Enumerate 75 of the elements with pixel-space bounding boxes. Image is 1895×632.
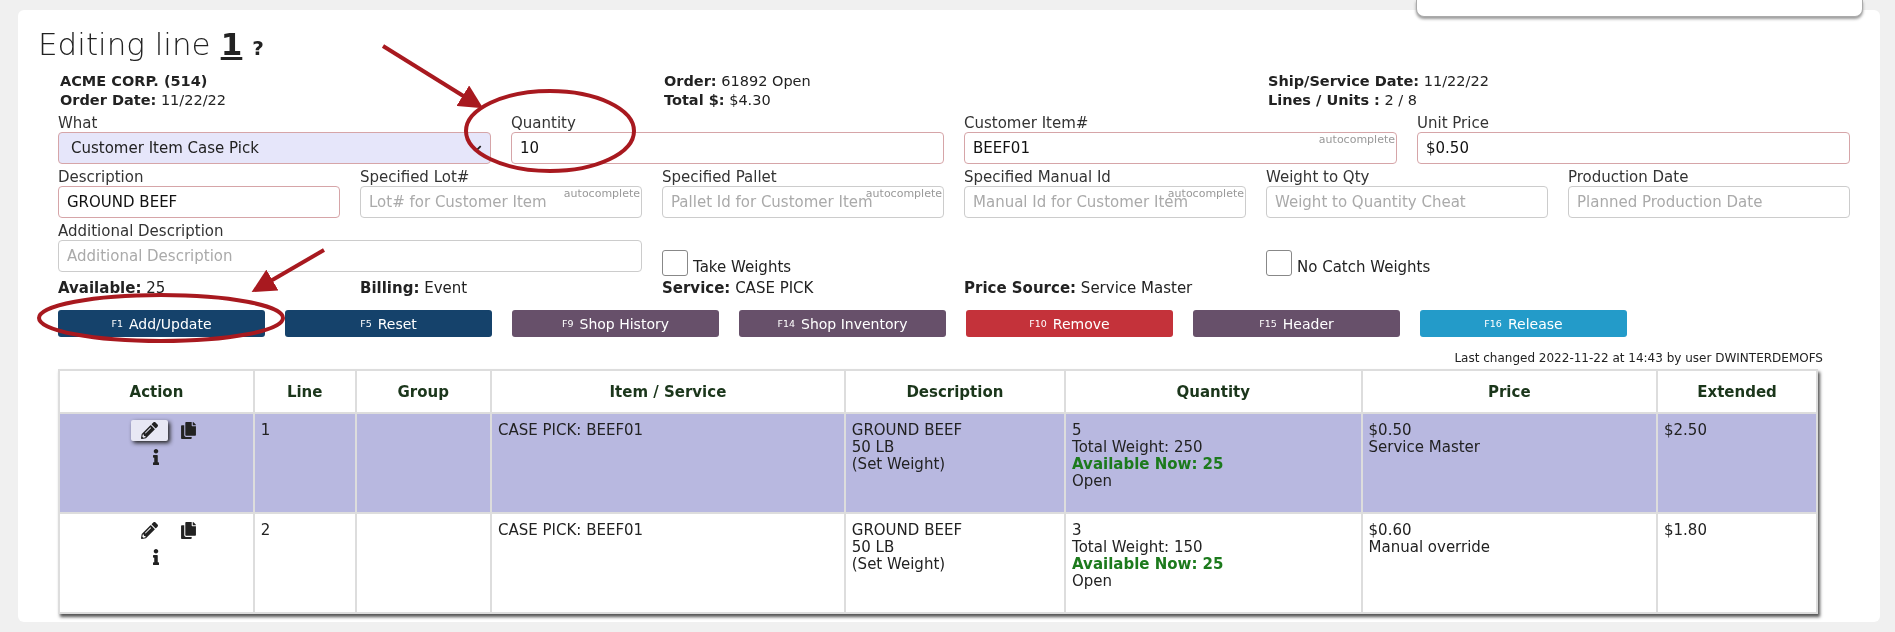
field-label: Weight to Qty bbox=[1266, 168, 1371, 186]
input-field[interactable]: $0.50 bbox=[1417, 132, 1850, 164]
field-label: Customer Item# bbox=[964, 114, 1090, 132]
column-header: Item / Service bbox=[491, 370, 845, 413]
field-label: Specified Lot# bbox=[360, 168, 471, 186]
field-label: Production Date bbox=[1568, 168, 1690, 186]
checkbox[interactable] bbox=[662, 250, 688, 276]
price-text: $0.50 bbox=[1368, 422, 1413, 439]
autocomplete-hint: autocomplete bbox=[1318, 133, 1395, 146]
field-label: Specified Pallet bbox=[662, 168, 778, 186]
field-label: Additional Description bbox=[58, 222, 225, 240]
action-button[interactable]: F1 Add/Update bbox=[58, 310, 265, 337]
info-text: Billing: Event bbox=[360, 278, 469, 298]
description-text: 50 LB bbox=[851, 539, 896, 556]
action-button[interactable]: F9 Shop History bbox=[512, 310, 719, 337]
input-field[interactable]: Planned Production Date bbox=[1568, 186, 1850, 218]
total-weight-text: Total Weight: 150 bbox=[1072, 539, 1204, 556]
field-label: Specified Manual Id bbox=[964, 168, 1112, 186]
available-now-text: Available Now: 25 bbox=[1072, 556, 1225, 573]
order-info-text: Lines / Units : 2 / 8 bbox=[1268, 91, 1419, 110]
description-text: GROUND BEEF bbox=[851, 422, 963, 439]
what-select[interactable]: Customer Item Case Pick bbox=[58, 132, 491, 164]
column-header: Quantity bbox=[1065, 370, 1362, 413]
quantity-text: 5 bbox=[1072, 422, 1083, 439]
table-cell: 2 bbox=[253, 513, 356, 613]
total-weight-text: Total Weight: 250 bbox=[1072, 439, 1204, 456]
help-link[interactable]: ? bbox=[252, 36, 264, 60]
checkbox[interactable] bbox=[1266, 250, 1292, 276]
description-text: (Set Weight) bbox=[851, 556, 947, 573]
quantity-text: 3 bbox=[1072, 522, 1083, 539]
column-header: Action bbox=[59, 370, 254, 413]
checkbox-label: No Catch Weights bbox=[1297, 258, 1431, 276]
last-changed-text: Last changed 2022-11-22 at 14:43 by user DWINTERDEMOFS bbox=[1453, 351, 1823, 365]
info-text: Price Source: Service Master bbox=[964, 278, 1194, 298]
input-field[interactable]: 10 bbox=[511, 132, 944, 164]
price-text: $0.60 bbox=[1368, 522, 1413, 539]
status-text: Open bbox=[1072, 573, 1114, 590]
action-button[interactable]: F14 Shop Inventory bbox=[739, 310, 946, 337]
table-row[interactable]: 1 CASE PICK: BEEF01 GROUND BEEF 50 LB (Set Weight) 5 Total Weight: 250 Available Now: 25 Open $0.50 Service Master $2.50 bbox=[59, 413, 1817, 513]
input-field[interactable]: Weight to Quantity Cheat bbox=[1266, 186, 1548, 218]
checkbox-label: Take Weights bbox=[693, 258, 792, 276]
table-cell: $1.80 bbox=[1657, 513, 1817, 613]
action-button[interactable]: F10 Remove bbox=[966, 310, 1173, 337]
input-field[interactable]: Additional Description bbox=[58, 240, 642, 272]
description-text: 50 LB bbox=[851, 439, 896, 456]
column-header: Price bbox=[1361, 370, 1657, 413]
table-cell: CASE PICK: BEEF01 bbox=[491, 513, 845, 613]
field-label: Description bbox=[58, 168, 145, 186]
field-label: Quantity bbox=[511, 114, 577, 132]
description-text: GROUND BEEF bbox=[851, 522, 963, 539]
table-row[interactable]: 2 CASE PICK: BEEF01 GROUND BEEF 50 LB (Set Weight) 3 Total Weight: 150 Available Now: 25 Open $0.60 Manual override $1.80 bbox=[59, 513, 1817, 613]
order-info-text: Ship/Service Date: 11/22/22 bbox=[1268, 72, 1490, 91]
description-text: (Set Weight) bbox=[851, 456, 947, 473]
field-label: What bbox=[58, 114, 99, 132]
action-button[interactable]: F15 Header bbox=[1193, 310, 1400, 337]
status-text: Open bbox=[1072, 473, 1114, 490]
input-field[interactable]: GROUND BEEF bbox=[58, 186, 340, 218]
price-source-text: Manual override bbox=[1368, 539, 1492, 556]
order-info-text: ACME CORP. (514) bbox=[60, 72, 209, 91]
action-button[interactable]: F5 Reset bbox=[285, 310, 492, 337]
copy-icon[interactable] bbox=[179, 422, 197, 439]
autocomplete-hint: autocomplete bbox=[563, 187, 640, 200]
field-label: Unit Price bbox=[1417, 114, 1490, 132]
edit-pencil-icon[interactable] bbox=[130, 420, 168, 441]
order-info-text: Order Date: 11/22/22 bbox=[60, 91, 227, 110]
info-text: Available: 25 bbox=[58, 278, 167, 298]
copy-icon[interactable] bbox=[179, 522, 197, 539]
line-number: 1 bbox=[220, 26, 243, 62]
available-now-text: Available Now: 25 bbox=[1072, 456, 1225, 473]
page-title: Editing line bbox=[38, 26, 211, 62]
info-text: Service: CASE PICK bbox=[662, 278, 815, 298]
price-source-text: Service Master bbox=[1368, 439, 1481, 456]
column-header: Description bbox=[844, 370, 1066, 413]
order-info-text: Total $: $4.30 bbox=[664, 91, 772, 110]
order-info-text: Order: 61892 Open bbox=[664, 72, 812, 91]
